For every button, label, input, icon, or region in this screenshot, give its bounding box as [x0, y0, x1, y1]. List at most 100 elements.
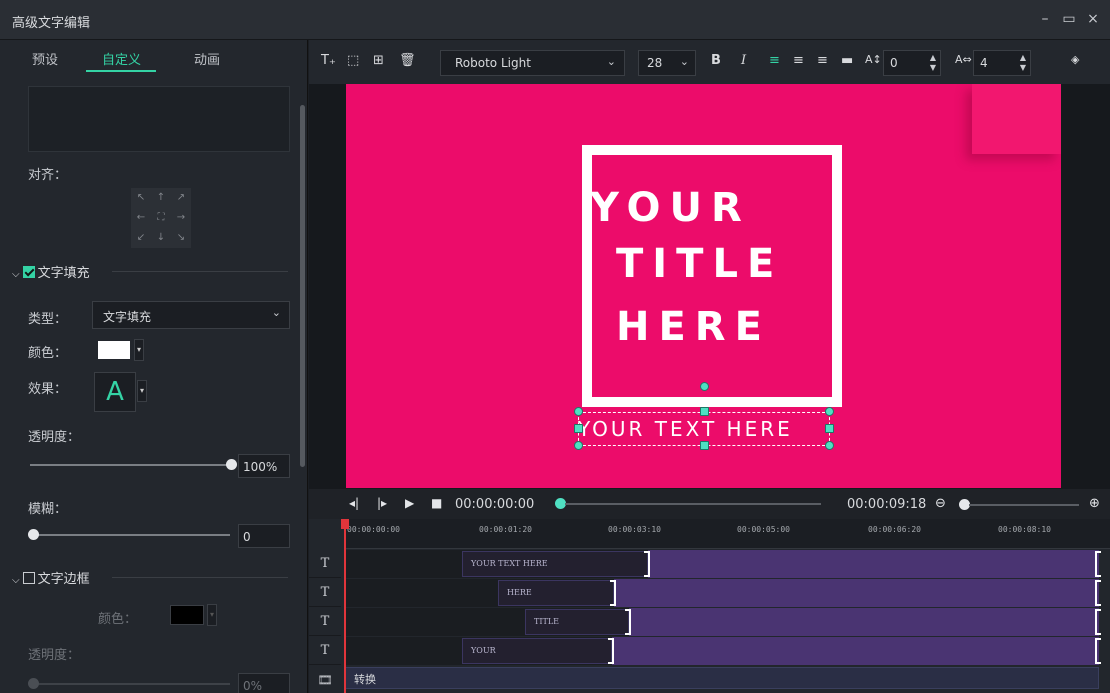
delete-icon[interactable]: 🗑 [399, 53, 416, 68]
opacity-value[interactable]: 100% [238, 454, 290, 478]
text-fill-checkbox[interactable] [22, 266, 35, 278]
tab-custom[interactable]: 自定义 [102, 49, 141, 68]
play-icon[interactable]: ▶ [405, 496, 414, 510]
blur-slider-knob[interactable] [28, 529, 39, 540]
resize-handle[interactable] [825, 441, 834, 450]
fill-type-select[interactable]: 文字填充 ⌄ [92, 301, 290, 329]
font-family-value: Roboto Light [455, 56, 531, 70]
clip-duration[interactable] [648, 550, 1099, 578]
transition-track[interactable]: 转换 [345, 667, 1099, 689]
alignment-grid[interactable]: ↖ ↑ ↗ ← ⛶ → ↙ ↓ ↘ [131, 188, 191, 248]
rotate-handle[interactable] [700, 382, 709, 391]
align-right-icon[interactable]: → [171, 208, 191, 228]
active-tab-indicator [86, 70, 156, 72]
spinner-arrows-icon[interactable]: ▲ ▼ [1020, 53, 1026, 73]
clip-end-handle[interactable] [1095, 580, 1101, 606]
resize-handle[interactable] [574, 441, 583, 450]
border-color-swatch[interactable] [170, 605, 204, 625]
align-left-icon[interactable]: ← [131, 208, 151, 228]
fill-color-swatch[interactable] [98, 341, 130, 359]
add-shape-icon[interactable]: ⬚ [347, 53, 359, 68]
zoom-out-icon[interactable]: ⊖ [935, 496, 946, 511]
align-right-text-icon[interactable]: ≡ [817, 53, 828, 68]
clip-trim-handle[interactable] [610, 580, 616, 606]
clip-duration[interactable] [614, 579, 1099, 607]
bold-button[interactable]: B [711, 53, 721, 68]
title-line-3[interactable]: HERE [616, 304, 771, 350]
clip-trim-handle[interactable] [625, 609, 631, 635]
blur-slider-track[interactable] [30, 534, 230, 536]
char-spacing-spinner[interactable]: 0 ▲ ▼ [883, 50, 941, 76]
opacity-slider-knob[interactable] [226, 459, 237, 470]
title-line-1[interactable]: YOUR [590, 185, 751, 231]
keyframe-icon[interactable]: ◈ [1071, 53, 1079, 66]
font-family-select[interactable]: Roboto Light ⌄ [440, 50, 625, 76]
timeline-clip[interactable]: YOUR [462, 638, 612, 664]
playhead[interactable] [344, 519, 346, 693]
zoom-in-icon[interactable]: ⊕ [1089, 496, 1100, 511]
spinner-arrows-icon[interactable]: ▲ ▼ [930, 53, 936, 73]
resize-handle[interactable] [574, 407, 583, 416]
text-content-field[interactable] [28, 86, 290, 152]
opacity-slider-track[interactable] [30, 464, 230, 466]
resize-handle[interactable] [700, 441, 709, 450]
text-border-checkbox[interactable] [22, 572, 35, 584]
chevron-down-icon[interactable]: ⌵ [12, 575, 20, 586]
effect-dropdown-arrow[interactable]: ▾ [137, 380, 147, 402]
timeline-clip[interactable]: TITLE [525, 609, 629, 635]
zoom-slider-track[interactable] [969, 504, 1079, 506]
tab-presets[interactable]: 预设 [32, 49, 58, 68]
font-size-select[interactable]: 28 ⌄ [638, 50, 696, 76]
color-dropdown-arrow[interactable]: ▾ [134, 339, 144, 361]
stop-icon[interactable]: ■ [431, 496, 442, 510]
panel-scrollbar[interactable] [300, 105, 305, 467]
align-top-icon[interactable]: ↑ [151, 188, 171, 208]
timeline-clip[interactable]: HERE [498, 580, 614, 606]
playhead-handle[interactable] [341, 519, 349, 529]
align-bottom-right-icon[interactable]: ↘ [171, 228, 191, 248]
border-opacity-value[interactable]: 0% [238, 673, 290, 693]
align-top-left-icon[interactable]: ↖ [131, 188, 151, 208]
chevron-down-icon[interactable]: ⌵ [12, 269, 20, 280]
step-forward-icon[interactable]: |▸ [377, 496, 387, 510]
clip-trim-handle[interactable] [644, 551, 650, 577]
clip-end-handle[interactable] [1095, 638, 1101, 664]
align-center-text-icon[interactable]: ≡ [793, 53, 804, 68]
clip-end-handle[interactable] [1095, 609, 1101, 635]
resize-handle[interactable] [825, 424, 834, 433]
minimize-icon[interactable]: – [1036, 10, 1054, 28]
effect-preview-button[interactable]: A [94, 372, 136, 412]
resize-handle[interactable] [700, 407, 709, 416]
clip-end-handle[interactable] [1095, 551, 1101, 577]
clip-duration[interactable] [612, 637, 1099, 665]
add-text-icon[interactable]: T₊ [321, 53, 336, 68]
maximize-icon[interactable]: ▭ [1060, 10, 1078, 28]
blur-value[interactable]: 0 [238, 524, 290, 548]
timeline-clip[interactable]: YOUR TEXT HERE [462, 551, 648, 577]
title-line-2[interactable]: TITLE [616, 241, 783, 287]
align-bottom-left-icon[interactable]: ↙ [131, 228, 151, 248]
tab-animation[interactable]: 动画 [194, 49, 220, 68]
justify-text-icon[interactable]: ▬ [841, 53, 853, 68]
align-left-text-icon[interactable]: ≡ [769, 53, 780, 68]
border-opacity-slider-knob[interactable] [28, 678, 39, 689]
clip-duration[interactable] [629, 608, 1099, 636]
clip-trim-handle[interactable] [608, 638, 614, 664]
step-back-icon[interactable]: ◂| [349, 496, 359, 510]
add-image-icon[interactable]: ⊞ [373, 53, 384, 68]
line-spacing-spinner[interactable]: 4 ▲ ▼ [973, 50, 1031, 76]
preview-canvas[interactable]: YOUR TITLE HERE YOUR TEXT HERE [346, 84, 1061, 488]
italic-button[interactable]: I [741, 53, 746, 68]
align-bottom-icon[interactable]: ↓ [151, 228, 171, 248]
time-ruler[interactable]: 00:00:00:00 00:00:01:20 00:00:03:10 00:0… [345, 519, 1110, 549]
text-fill-section-header[interactable]: ⌵ 文字填充 [12, 262, 90, 281]
border-opacity-slider-track[interactable] [30, 683, 230, 685]
close-icon[interactable]: × [1084, 10, 1102, 28]
align-top-right-icon[interactable]: ↗ [171, 188, 191, 208]
progress-track[interactable] [565, 503, 821, 505]
resize-handle[interactable] [574, 424, 583, 433]
resize-handle[interactable] [825, 407, 834, 416]
border-color-dropdown-arrow[interactable]: ▾ [207, 604, 217, 626]
text-border-section-header[interactable]: ⌵ 文字边框 [12, 568, 90, 587]
align-center-icon[interactable]: ⛶ [151, 208, 171, 228]
